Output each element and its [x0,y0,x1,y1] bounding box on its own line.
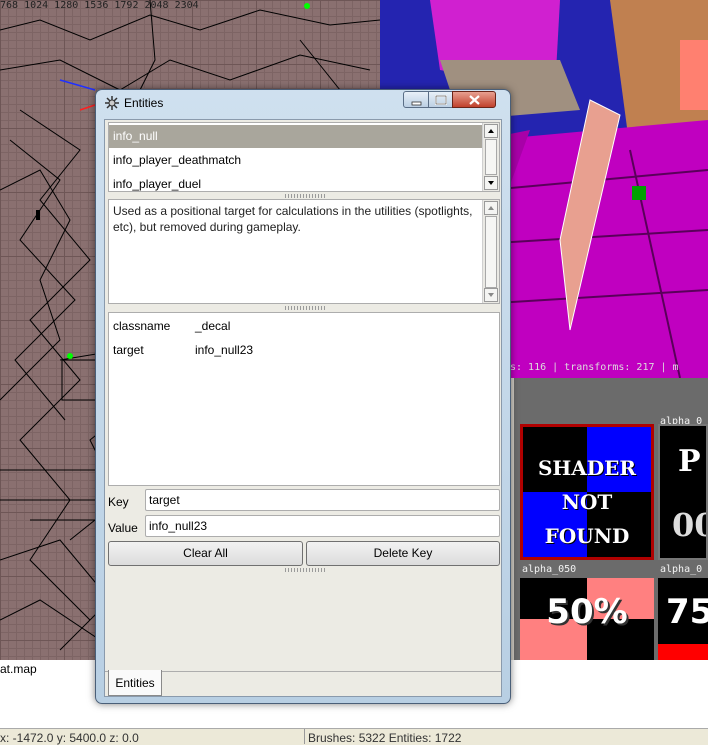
table-row[interactable]: target info_null23 [113,343,483,363]
splitter-handle[interactable] [285,194,325,198]
maximize-button[interactable] [428,91,453,108]
texture-tile-alpha-075[interactable]: 75 [658,578,708,660]
property-value: info_null23 [195,343,254,357]
property-value: _decal [195,319,231,333]
close-icon [469,95,480,105]
entities-window: Entities info_null info_player_deathmatc… [95,89,511,704]
delete-key-button[interactable]: Delete Key [306,541,500,566]
texture-tile-text: SHADER NOT FOUND [537,456,637,548]
list-item[interactable]: info_player_deathmatch [109,149,484,172]
clear-all-button[interactable]: Clear All [108,541,303,566]
splitter-handle[interactable] [285,306,325,310]
texture-tile-alpha-050[interactable]: 50% [520,578,654,660]
camera-status-text: s: 116 | transforms: 217 | m [510,362,679,373]
close-button[interactable] [452,91,496,108]
value-input[interactable] [145,515,500,537]
window-client: info_null info_player_deathmatch info_pl… [104,119,502,697]
status-separator [304,729,305,744]
table-row[interactable]: classname _decal [113,319,483,339]
scroll-up-button[interactable] [484,124,498,138]
tab-entities[interactable]: Entities [108,670,162,696]
grid-ruler: 768 1024 1280 1536 1792 2048 2304 [0,0,199,11]
title-bar[interactable]: Entities [96,90,510,116]
description-text: Used as a positional target for calculat… [113,204,473,234]
class-list-scrollbar[interactable] [482,123,499,191]
minimize-icon [411,101,422,106]
scroll-thumb[interactable] [485,216,497,288]
arrow-up-icon [488,129,494,133]
texture-label: alpha_0 [660,564,703,575]
arrow-down-icon [488,181,494,185]
status-coordinates: x: -1472.0 y: 5400.0 z: 0.0 [0,731,139,745]
texture-tile-shader-not-found[interactable]: SHADER NOT FOUND [520,424,654,560]
arrow-up-icon [488,206,494,210]
list-item[interactable]: info_null [109,125,484,148]
scroll-down-button[interactable] [484,176,498,190]
minimize-button[interactable] [403,91,429,108]
key-input[interactable] [145,489,500,511]
entity-description[interactable]: Used as a positional target for calculat… [108,199,500,304]
status-counts: Brushes: 5322 Entities: 1722 [308,731,462,745]
app-icon [105,96,119,110]
arrow-down-icon [488,293,494,297]
description-scrollbar[interactable] [482,200,499,303]
map-name: at.map [0,662,37,676]
texture-label: alpha_050 [522,564,577,575]
scroll-down-button[interactable] [484,288,498,302]
entity-properties-list[interactable]: classname _decal target info_null23 [108,312,500,486]
scroll-up-button[interactable] [484,201,498,215]
texture-tile-alpha[interactable]: P 00 [658,424,708,560]
entity-class-list[interactable]: info_null info_player_deathmatch info_pl… [108,122,500,192]
scroll-thumb[interactable] [485,139,497,175]
list-item[interactable]: info_player_duel [109,173,484,191]
key-label: Key [108,495,129,509]
maximize-icon [435,95,447,105]
property-key: target [113,343,144,357]
value-label: Value [108,521,138,535]
window-title: Entities [124,96,164,110]
property-key: classname [113,319,171,333]
splitter-handle[interactable] [285,568,325,572]
tab-strip: Entities [105,670,501,697]
